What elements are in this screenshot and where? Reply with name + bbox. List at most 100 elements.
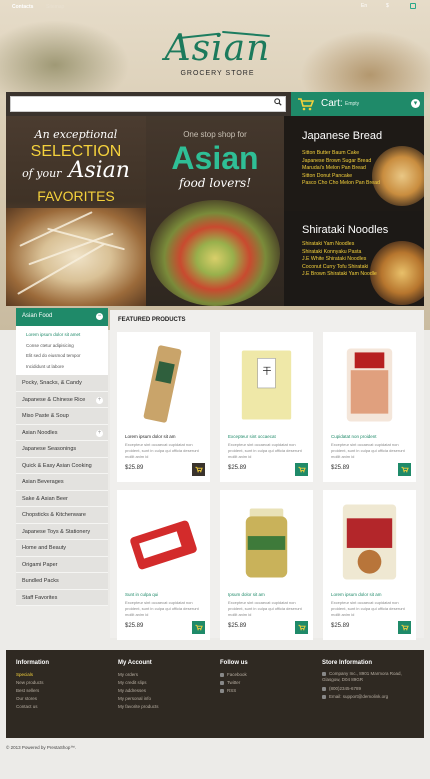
list-item[interactable]: Shirataki Konnyaku Pasta — [302, 249, 377, 257]
sidebar-item[interactable]: Miso Paste & Soup — [16, 408, 108, 425]
banner-selection[interactable]: An exceptional SELECTION of your Asian F… — [6, 116, 146, 306]
banner-shirataki-noodles[interactable]: Shirataki Noodles Shirataki Yam Noodles … — [284, 211, 424, 306]
sidebar-item[interactable]: Quick & Easy Asian Cooking — [16, 457, 108, 474]
sidebar-item[interactable]: Chopsticks & Kitchenware — [16, 507, 108, 524]
add-to-cart-button[interactable] — [398, 463, 411, 476]
product-name[interactable]: Excepteur sint occaecat — [228, 434, 276, 439]
sidebar-item-label: Chopsticks & Kitchenware — [22, 512, 86, 518]
sidebar-item[interactable]: Home and Beauty — [16, 540, 108, 557]
footer-link[interactable]: Specials — [16, 671, 49, 679]
footer-link[interactable]: Best sellers — [16, 687, 49, 695]
list-item[interactable]: Sitton Donut Pancake — [302, 173, 380, 181]
subcategory-link[interactable]: Incididunt ut labore — [26, 362, 108, 373]
list-item[interactable]: J.E White Shirataki Noodles — [302, 256, 377, 264]
product-ginger-image[interactable] — [228, 498, 305, 588]
logo-word: Asian — [164, 28, 271, 69]
add-to-cart-button[interactable] — [295, 463, 308, 476]
plus-icon[interactable]: + — [96, 396, 103, 404]
product-mackerel-image[interactable] — [125, 498, 202, 588]
bibimbap-image — [150, 200, 280, 306]
footer-link[interactable]: Our stores — [16, 695, 49, 703]
product-udon-image[interactable] — [125, 340, 202, 430]
subcategory-link[interactable]: Conse ctetur adipisicing — [26, 341, 108, 352]
footer-link[interactable]: My orders — [118, 671, 159, 679]
plus-icon[interactable]: + — [96, 429, 103, 437]
add-to-cart-button[interactable] — [398, 621, 411, 634]
list-item[interactable]: Marudai's Melon Pan Bread — [302, 165, 380, 173]
list-item[interactable]: Sitton Butter Baum Cake — [302, 150, 380, 158]
footer-link[interactable]: My favorite products — [118, 703, 159, 711]
lock-icon[interactable] — [410, 3, 416, 9]
mail-icon — [322, 694, 326, 699]
phone-icon — [322, 686, 326, 691]
product-card[interactable]: Lorem ipsum dolor sit am Excepteur sint o… — [323, 490, 416, 640]
sitemap-link[interactable]: Sitemap — [46, 4, 64, 10]
store-logo[interactable]: Asian GROCERY STORE — [150, 26, 285, 86]
store-email[interactable]: Email: support@demolink.org — [322, 693, 408, 701]
footer-follow: Follow us Facebook Twitter RSS — [220, 660, 248, 695]
product-name[interactable]: Lorem ipsum dolor sit am — [331, 592, 382, 597]
product-description: Excepteur sint occaecat cupidatat non pr… — [125, 600, 199, 617]
list-item[interactable]: Shirataki Yam Noodles — [302, 241, 377, 249]
cart-button[interactable]: Cart: Empty ▾ — [291, 92, 424, 116]
footer-link[interactable]: Contact us — [16, 703, 49, 711]
list-item[interactable]: Pasco Cho Cho Melon Pan Bread — [302, 180, 380, 188]
product-curry-image[interactable] — [331, 498, 408, 588]
facebook-link[interactable]: Facebook — [220, 671, 248, 679]
product-card[interactable]: 干 Excepteur sint occaecat Excepteur sint o… — [220, 332, 313, 482]
footer-link[interactable]: My personal info — [118, 695, 159, 703]
sidebar-item[interactable]: Asian Noodles + — [16, 424, 108, 441]
cart-icon — [195, 466, 203, 473]
product-name[interactable]: Sunt in culpa qui — [125, 592, 158, 597]
product-card[interactable]: Ipsum dolor sit am Excepteur sint occaeca… — [220, 490, 313, 640]
search-input[interactable] — [10, 96, 286, 112]
list-item[interactable]: J.E Brown Shirataki Yam Noodle — [302, 271, 377, 279]
product-card[interactable]: Lorem ipsum dolor sit am Excepteur sint o… — [117, 332, 210, 482]
product-name[interactable]: Lorem ipsum dolor sit am — [125, 434, 176, 439]
sidebar-item[interactable]: Staff Favorites — [16, 589, 108, 606]
noodle-image — [6, 208, 146, 306]
product-name[interactable]: Ipsum dolor sit am — [228, 592, 265, 597]
sidebar-item[interactable]: Sake & Asian Beer — [16, 490, 108, 507]
search-icon[interactable] — [274, 98, 282, 106]
product-name[interactable]: Cupidatat non proident — [331, 434, 377, 439]
rss-link[interactable]: RSS — [220, 687, 248, 695]
sidebar-item[interactable]: Asian Beverages — [16, 474, 108, 491]
sidebar-item-asian-food[interactable]: Asian Food − — [16, 308, 108, 326]
sidebar-item-label: Japanese Toys & Stationery — [22, 528, 91, 535]
contacts-link[interactable]: Contacts — [12, 4, 33, 10]
subcategory-link[interactable]: Elit sed do eiusmod tempor — [26, 351, 108, 362]
sidebar-item[interactable]: Bundled Packs — [16, 573, 108, 590]
list-item[interactable]: Japanese Brown Sugar Bread — [302, 158, 380, 166]
product-card[interactable]: Sunt in culpa qui Excepteur sint occaecat… — [117, 490, 210, 640]
sidebar-item[interactable]: Japanese & Chinese Rice + — [16, 391, 108, 408]
banner-food-lovers[interactable]: One stop shop for Asian food lovers! — [146, 116, 284, 306]
product-kanpyo-image[interactable]: 干 — [228, 340, 305, 430]
twitter-link[interactable]: Twitter — [220, 679, 248, 687]
sidebar-item[interactable]: Pocky, Snacks, & Candy — [16, 375, 108, 392]
footer-link[interactable]: New products — [16, 679, 49, 687]
sidebar-item-label: Origami Paper — [22, 561, 58, 568]
add-to-cart-button[interactable] — [192, 463, 205, 476]
chevron-down-icon[interactable]: ▾ — [411, 99, 420, 108]
footer-link[interactable]: My addresses — [118, 687, 159, 695]
currency-selector[interactable]: $ — [386, 3, 389, 9]
add-to-cart-button[interactable] — [295, 621, 308, 634]
footer-link[interactable]: My credit slips — [118, 679, 159, 687]
product-bonito-image[interactable] — [331, 340, 408, 430]
sidebar-item[interactable]: Japanese Seasonings — [16, 441, 108, 458]
language-selector[interactable]: En — [361, 3, 367, 9]
subcategory-link[interactable]: Lorem ipsum dolor sit amet — [26, 330, 108, 341]
sidebar-item-label: Bundled Packs — [22, 578, 59, 584]
sidebar-item[interactable]: Japanese Toys & Stationery — [16, 523, 108, 540]
banner-bread-title: Japanese Bread — [302, 130, 383, 142]
list-item[interactable]: Coconut Curry Tofu Shirataki — [302, 264, 377, 272]
minus-icon[interactable]: − — [96, 313, 103, 320]
banner-food-lovers-line1: One stop shop for — [183, 130, 247, 139]
twitter-icon — [220, 680, 224, 685]
banner-japanese-bread[interactable]: Japanese Bread Sitton Butter Baum Cake J… — [284, 116, 424, 211]
add-to-cart-button[interactable] — [192, 621, 205, 634]
store-phone: (800)2345-6789 — [322, 685, 408, 693]
product-card[interactable]: Cupidatat non proident Excepteur sint occ… — [323, 332, 416, 482]
sidebar-item[interactable]: Origami Paper — [16, 556, 108, 573]
